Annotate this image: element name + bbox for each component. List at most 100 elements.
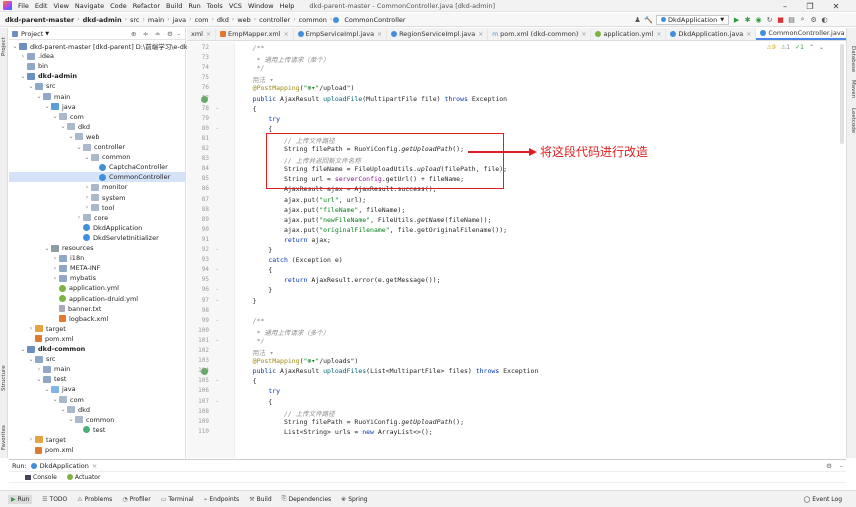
chevron-right-icon[interactable]: › [27,436,35,443]
gear-icon[interactable]: ⚙ [167,30,173,38]
chevron-up-icon[interactable]: ⌃ [809,44,814,51]
project-tool-button[interactable]: Project [0,32,8,62]
tree-item[interactable]: › monitor [83,182,128,192]
tab-empmapper-xml[interactable]: EmpMapper.xml × [216,28,294,40]
git-icon[interactable]: ▤ [786,14,797,25]
menu-item-refactor[interactable]: Refactor [130,2,163,10]
breadcrumb-item[interactable]: controller [257,16,292,24]
menu-item-file[interactable]: File [15,2,32,10]
tab-commoncontroller-java[interactable]: CommonController.java× [756,28,846,40]
tree-item[interactable]: ⌄ common [83,152,130,162]
tree-item[interactable]: CaptchaController [91,162,168,172]
run-icon[interactable]: ▶ [731,14,742,25]
chevron-down-icon[interactable]: ⌄ [11,43,19,50]
fold-marker-icon[interactable]: ⌄ [215,246,219,252]
tree-item[interactable]: ⌄ main [35,92,70,102]
settings-icon[interactable]: ⚙ [808,14,819,25]
close-icon[interactable]: × [656,31,661,38]
menu-item-navigate[interactable]: Navigate [72,2,107,10]
fold-marker-icon[interactable]: ⌄ [215,317,219,323]
collapse-icon[interactable]: ≐ [155,30,160,38]
breadcrumb-item[interactable]: main [146,16,166,24]
breadcrumb-item[interactable]: src [128,16,142,24]
chevron-down-icon[interactable]: ⌄ [75,144,83,151]
database-tool-button[interactable]: Database [848,46,856,72]
leetcode-tool-button[interactable]: Leetcode [848,108,856,133]
chevron-right-icon[interactable]: › [83,194,91,201]
fold-marker-icon[interactable]: ⌄ [215,377,219,383]
chevron-down-icon[interactable]: ⌄ [43,103,51,110]
chevron-right-icon[interactable]: › [27,325,35,332]
close-icon[interactable]: × [478,31,483,38]
fold-marker-icon[interactable]: ⌄ [215,297,219,303]
chevron-right-icon[interactable]: › [51,255,59,262]
breadcrumb-item[interactable]: dkd [215,16,231,24]
tool-window-endpoints[interactable]: ⌁ Endpoints [204,495,239,504]
tree-item[interactable]: logback.xml [51,314,108,324]
chevron-right-icon[interactable]: › [19,53,27,60]
tree-item[interactable]: application.yml [51,283,119,293]
menu-item-edit[interactable]: Edit [32,2,51,10]
chevron-down-icon[interactable]: ⌄ [59,406,67,413]
tree-item[interactable]: pom.xml [27,334,74,344]
run-config-tab[interactable]: DkdApplication [40,462,89,470]
tab-dkdapplication-java[interactable]: DkdApplication.java × [666,28,757,40]
menu-item-help[interactable]: Help [277,2,298,10]
tree-item[interactable]: ⌄ controller [75,142,125,152]
chevron-right-icon[interactable]: › [51,265,59,272]
debug-icon[interactable]: ✱ [742,14,753,25]
menu-item-run[interactable]: Run [185,2,203,10]
tree-item[interactable]: › mybatis [51,273,96,283]
tree-item[interactable]: ⌄ dkd-admin [19,71,77,81]
chevron-right-icon[interactable]: › [35,366,43,373]
favorites-tool-button[interactable]: Favorites [0,420,8,456]
breadcrumb-item[interactable]: common [297,16,329,24]
chevron-down-icon[interactable]: ⌄ [19,346,27,353]
menu-item-tools[interactable]: Tools [204,2,226,10]
tree-item[interactable]: ⌄ dkd [59,405,90,415]
tree-item[interactable]: › system [83,193,126,203]
tool-window-todo[interactable]: ☰ TODO [42,495,67,504]
breadcrumb-item[interactable]: web [235,16,252,24]
chevron-down-icon[interactable]: ⌄ [51,113,59,120]
chevron-down-icon[interactable]: ⌄ [27,83,35,90]
tab-application-yml[interactable]: application.yml × [591,28,667,40]
chevron-down-icon[interactable]: ⌄ [27,356,35,363]
close-icon[interactable]: × [581,31,586,38]
tree-item[interactable]: › META-INF [51,263,101,273]
tree-item[interactable]: › .idea [19,51,54,61]
fold-marker-icon[interactable]: ⌄ [215,337,219,343]
close-icon[interactable]: × [377,31,382,38]
tree-item[interactable]: › core [75,213,108,223]
chevron-down-icon[interactable]: ⌄ [35,376,43,383]
chevron-down-icon[interactable]: ⌄ [43,386,51,393]
tree-item[interactable]: test [75,425,105,435]
tree-item[interactable]: pom.xml [27,445,74,455]
tree-item[interactable]: DkdApplication [75,223,142,233]
update-icon[interactable]: ◐ [819,14,830,25]
hide-icon[interactable]: – [177,30,180,38]
hide-icon[interactable]: – [840,462,843,470]
menu-item-code[interactable]: Code [107,2,130,10]
tab-regionserviceimpl-java[interactable]: RegionServiceImpl.java × [387,28,489,40]
tab-actuator[interactable]: Actuator [66,474,100,481]
chevron-right-icon[interactable]: › [83,204,91,211]
chevron-down-icon[interactable]: ⌄ [819,44,824,51]
tool-window-build[interactable]: ⚒ Build [249,495,271,504]
fold-marker-icon[interactable]: ⌄ [215,105,219,111]
menu-item-view[interactable]: View [50,2,71,10]
breadcrumb-item[interactable]: dkd-parent-master [3,16,76,24]
tree-item[interactable]: › target [27,435,66,445]
tree-item[interactable]: ⌄ src [27,354,55,364]
menu-item-vcs[interactable]: VCS [226,2,245,10]
chevron-down-icon[interactable]: ⌄ [83,154,91,161]
tree-item[interactable]: ⌄ web [67,132,99,142]
fold-marker-icon[interactable]: ⌄ [215,266,219,272]
tab-xml[interactable]: xml × [187,28,217,40]
breadcrumb-item[interactable]: CommonController [342,16,407,24]
breadcrumb-item[interactable]: com [193,16,211,24]
tool-window-terminal[interactable]: ▭ Terminal [161,495,194,504]
chevron-right-icon[interactable]: › [51,275,59,282]
fold-marker-icon[interactable]: ⌄ [215,125,219,131]
close-icon[interactable]: × [92,462,97,470]
